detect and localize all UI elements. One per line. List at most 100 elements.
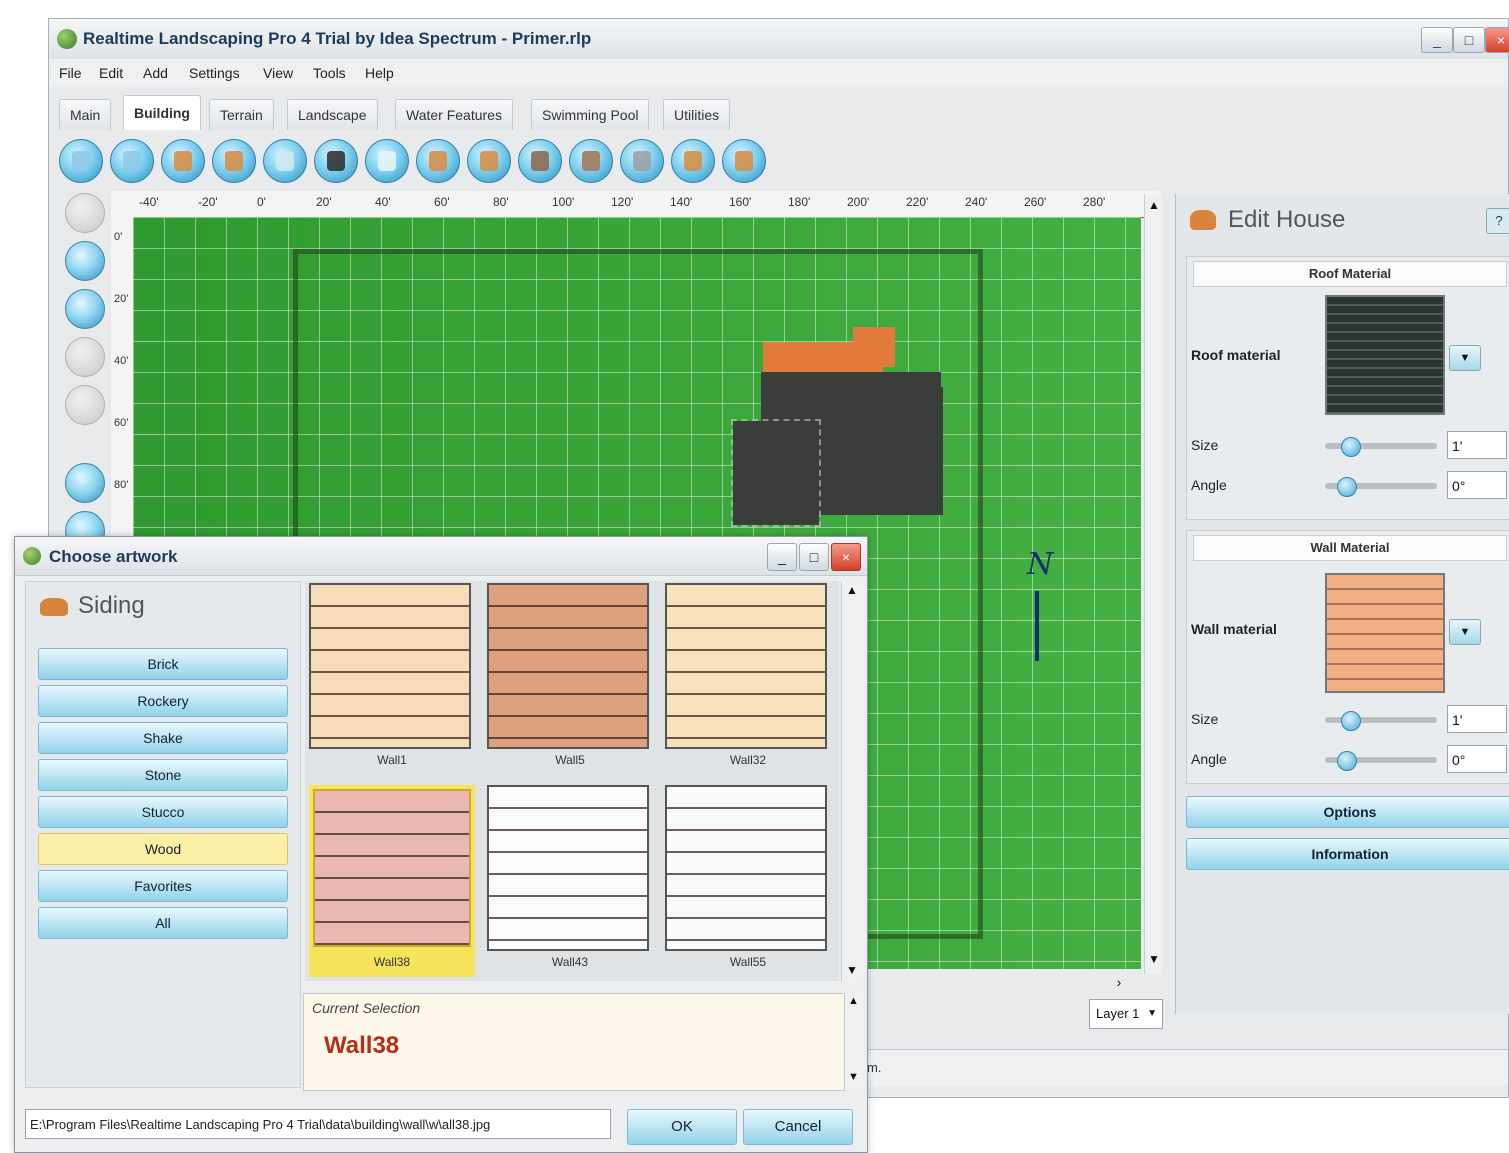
scroll-down-icon[interactable]: ▼ (848, 1071, 859, 1083)
category-favorites[interactable]: Favorites (38, 870, 288, 902)
add-door-tool-icon[interactable] (212, 139, 256, 183)
scroll-down-icon[interactable]: ▼ (1148, 952, 1160, 966)
artwork-grid-scrollbar[interactable]: ▲ ▼ (841, 581, 862, 981)
add-column-tool-icon[interactable] (365, 139, 409, 183)
information-button[interactable]: Information (1186, 838, 1509, 870)
wall-angle-label: Angle (1191, 751, 1227, 767)
wall-size-slider-thumb[interactable] (1341, 711, 1361, 731)
add-wall-tool-icon[interactable] (59, 139, 103, 183)
scroll-right-icon[interactable]: › (1109, 974, 1129, 994)
add-driveway-tool-icon[interactable] (620, 139, 664, 183)
category-brick[interactable]: Brick (38, 648, 288, 680)
house-icon (40, 598, 68, 616)
add-fence-tool-icon[interactable] (110, 139, 154, 183)
menu-file[interactable]: File (59, 65, 82, 81)
close-button[interactable]: × (1485, 27, 1509, 53)
roof-size-slider-thumb[interactable] (1341, 437, 1361, 457)
tab-building[interactable]: Building (123, 95, 201, 130)
globe-view-icon[interactable] (65, 463, 105, 503)
tab-utilities[interactable]: Utilities (663, 99, 731, 130)
roof-angle-label: Angle (1191, 477, 1227, 493)
category-stone[interactable]: Stone (38, 759, 288, 791)
artwork-thumbnail[interactable]: Wall55 (665, 785, 831, 977)
wall-angle-input[interactable]: 0° (1447, 745, 1507, 773)
tab-water-features[interactable]: Water Features (395, 99, 513, 130)
ruler-tick-label: 80' (114, 479, 129, 491)
tab-terrain[interactable]: Terrain (209, 99, 274, 130)
roof-material-swatch[interactable] (1325, 295, 1445, 415)
dialog-maximize-button[interactable]: □ (799, 543, 829, 571)
ok-button[interactable]: OK (627, 1109, 737, 1145)
add-pergola-tool-icon[interactable] (671, 139, 715, 183)
dialog-close-button[interactable]: × (831, 543, 861, 571)
options-button[interactable]: Options (1186, 796, 1509, 828)
roof-size-input[interactable]: 1' (1447, 431, 1507, 459)
ruler-tick-label: 140' (670, 195, 693, 209)
artwork-label: Wall32 (729, 753, 767, 767)
help-button[interactable]: ? (1486, 208, 1509, 234)
app-logo-icon (23, 547, 41, 565)
menu-settings[interactable]: Settings (189, 65, 240, 81)
roof-material-label: Roof material (1191, 347, 1281, 363)
minimize-button[interactable]: _ (1421, 27, 1453, 53)
add-window-tool-icon[interactable] (263, 139, 307, 183)
menu-view[interactable]: View (263, 65, 293, 81)
zoom-view-icon[interactable] (65, 289, 105, 329)
category-wood[interactable]: Wood (38, 833, 288, 865)
add-gazebo-tool-icon[interactable] (467, 139, 511, 183)
roof-angle-input[interactable]: 0° (1447, 471, 1507, 499)
ruler-tick-label: 60' (114, 417, 129, 429)
file-path-field[interactable]: E:\Program Files\Realtime Landscaping Pr… (25, 1109, 611, 1139)
artwork-thumbnail[interactable]: Wall1 (309, 583, 475, 775)
tab-landscape[interactable]: Landscape (287, 99, 378, 130)
dialog-title-bar[interactable]: Choose artwork _ □ × (15, 537, 867, 576)
title-bar[interactable]: Realtime Landscaping Pro 4 Trial by Idea… (49, 19, 1509, 60)
wall-angle-slider-thumb[interactable] (1337, 751, 1357, 771)
roof-group-header: Roof Material (1193, 261, 1507, 287)
canvas-vertical-scrollbar[interactable]: ▲ ▼ (1144, 194, 1163, 974)
category-title: Siding (78, 592, 145, 619)
roof-angle-slider-thumb[interactable] (1337, 477, 1357, 497)
add-stairs-tool-icon[interactable] (314, 139, 358, 183)
menu-tools[interactable]: Tools (313, 65, 346, 81)
category-rockery[interactable]: Rockery (38, 685, 288, 717)
artwork-preview (665, 583, 827, 749)
redo-icon[interactable] (65, 385, 105, 425)
wall-material-dropdown[interactable]: ▼ (1449, 619, 1481, 645)
add-house-tool-icon[interactable] (161, 139, 205, 183)
wall-material-swatch[interactable] (1325, 573, 1445, 693)
scroll-up-icon[interactable]: ▲ (846, 583, 858, 597)
tab-swimming-pool[interactable]: Swimming Pool (531, 99, 650, 130)
category-all[interactable]: All (38, 907, 288, 939)
house-icon (1190, 210, 1216, 230)
artwork-thumbnail[interactable]: Wall43 (487, 785, 653, 977)
tab-main[interactable]: Main (59, 99, 112, 130)
menu-edit[interactable]: Edit (99, 65, 123, 81)
artwork-thumbnail[interactable]: Wall5 (487, 583, 653, 775)
artwork-thumbnail-selected[interactable]: Wall38 (309, 785, 475, 977)
add-path-tool-icon[interactable] (569, 139, 613, 183)
scroll-up-icon[interactable]: ▲ (1148, 198, 1160, 212)
ruler-tick-label: 160' (729, 195, 752, 209)
artwork-preview (309, 583, 471, 749)
layer-dropdown[interactable]: Layer 1 ▼ (1089, 999, 1163, 1029)
dialog-minimize-button[interactable]: _ (767, 543, 797, 571)
wall-size-input[interactable]: 1' (1447, 705, 1507, 733)
maximize-button[interactable]: □ (1453, 27, 1485, 53)
category-shake[interactable]: Shake (38, 722, 288, 754)
menu-help[interactable]: Help (365, 65, 394, 81)
category-stucco[interactable]: Stucco (38, 796, 288, 828)
scroll-up-icon[interactable]: ▲ (848, 995, 859, 1007)
roof-material-dropdown[interactable]: ▼ (1449, 345, 1481, 371)
menu-add[interactable]: Add (143, 65, 168, 81)
undo-icon[interactable] (65, 337, 105, 377)
artwork-thumbnail[interactable]: Wall32 (665, 583, 831, 775)
rotate-view-icon[interactable] (65, 241, 105, 281)
current-selection-scrollbar[interactable]: ▲ ▼ (845, 993, 863, 1089)
scroll-down-icon[interactable]: ▼ (846, 963, 858, 977)
add-shed-tool-icon[interactable] (722, 139, 766, 183)
add-patio-tool-icon[interactable] (518, 139, 562, 183)
cancel-button[interactable]: Cancel (743, 1109, 853, 1145)
select-arrow-icon[interactable] (65, 193, 105, 233)
add-deck-tool-icon[interactable] (416, 139, 460, 183)
